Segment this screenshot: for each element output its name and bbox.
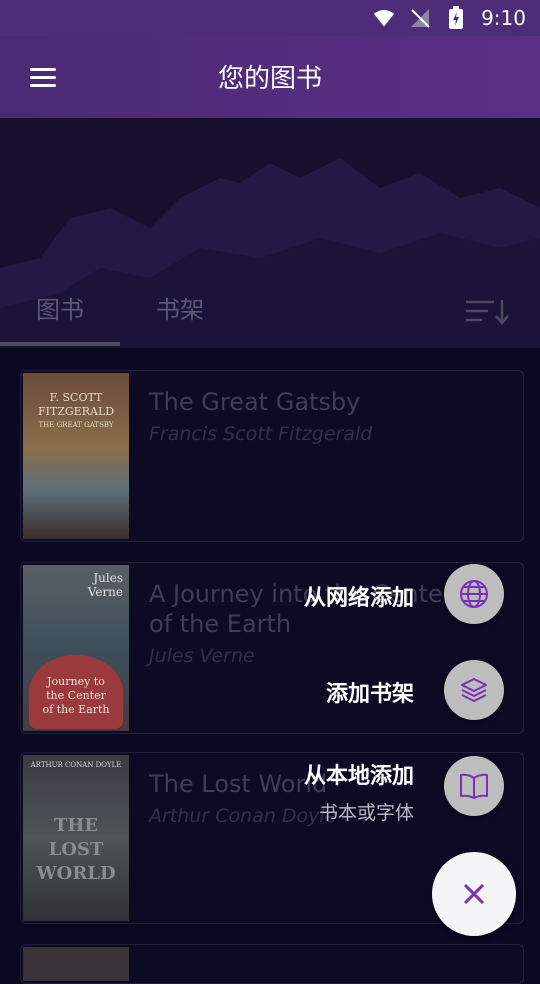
app-bar: 您的图书 [0, 36, 540, 118]
close-icon [463, 883, 485, 905]
book-card[interactable]: F. SCOTT FITZGERALD THE GREAT GATSBY The… [20, 370, 524, 542]
add-from-web-button[interactable] [444, 564, 504, 624]
cover-author: ARTHUR CONAN DOYLE [30, 761, 122, 769]
book-card[interactable] [20, 944, 524, 984]
cover-title: Journey to [47, 675, 105, 688]
book-author: Jules Verne [149, 645, 255, 667]
wifi-icon [373, 7, 395, 29]
cover-author: Verne [87, 585, 123, 599]
book-author: Francis Scott Fitzgerald [149, 423, 373, 445]
status-bar: 9:10 [0, 0, 540, 36]
book-title: The Great Gatsby [149, 388, 361, 416]
book-cover: F. SCOTT FITZGERALD THE GREAT GATSBY [23, 373, 129, 539]
cover-author: F. SCOTT [49, 391, 103, 404]
book-cover: ARTHUR CONAN DOYLE THE LOST WORLD [23, 755, 129, 921]
book-title: The Lost World [149, 770, 328, 798]
close-fab-button[interactable] [432, 852, 516, 936]
cover-author: FITZGERALD [37, 405, 115, 418]
book-author: Arthur Conan Doyle [149, 805, 337, 827]
book-open-icon [460, 773, 488, 799]
tab-shelves[interactable]: 书架 [120, 280, 240, 344]
add-local-label[interactable]: 从本地添加 [304, 758, 414, 790]
add-shelf-label[interactable]: 添加书架 [326, 676, 414, 708]
add-from-web-label[interactable]: 从网络添加 [304, 580, 414, 612]
book-title-line2: of the Earth [149, 610, 292, 638]
globe-icon [460, 580, 488, 608]
add-local-sublabel: 书本或字体 [318, 802, 414, 824]
book-cover: Jules Verne Journey to the Center of the… [23, 565, 129, 731]
layers-icon [461, 678, 487, 702]
tab-indicator [0, 342, 120, 346]
add-shelf-button[interactable] [444, 660, 504, 720]
tab-books[interactable]: 图书 [0, 280, 120, 344]
cover-title: LOST [48, 839, 104, 860]
cover-title: WORLD [36, 863, 116, 884]
page-title: 您的图书 [217, 64, 322, 94]
cover-title: THE GREAT GATSBY [38, 421, 114, 429]
battery-icon [445, 6, 467, 29]
cover-author: Jules [93, 571, 123, 585]
cover-title: THE [53, 815, 99, 836]
tab-bar: 图书 书架 [0, 280, 540, 348]
signal-icon [409, 7, 431, 29]
add-local-button[interactable] [444, 756, 504, 816]
cover-title: of the Earth [42, 703, 110, 716]
sort-icon[interactable] [464, 296, 512, 326]
cover-title: the Center [46, 689, 106, 702]
book-cover [23, 947, 129, 981]
status-time: 9:10 [481, 6, 526, 30]
